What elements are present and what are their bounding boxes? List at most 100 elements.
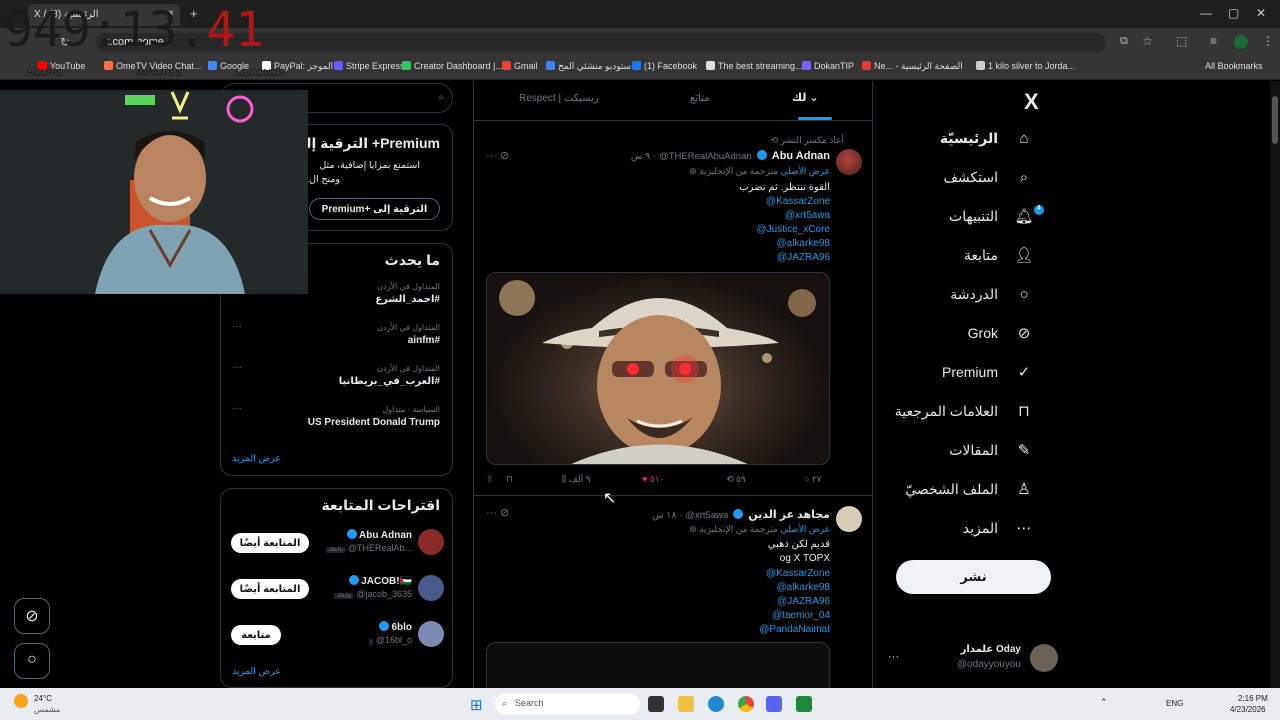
mention-link[interactable]: @KassarZone (756, 195, 830, 209)
tab-respect[interactable]: Respect | ريسبكت (519, 93, 599, 104)
taskbar-search[interactable]: ⌕ Search (495, 693, 640, 715)
mention-link[interactable]: @xrt5awa (756, 209, 830, 223)
x-logo[interactable]: X (1024, 89, 1039, 115)
task-view-icon[interactable] (648, 696, 664, 712)
bookmark-item[interactable]: ستوديو منشئي المح... (546, 61, 639, 72)
suggestion-avatar[interactable] (418, 575, 444, 601)
minimize-icon[interactable]: — (1200, 6, 1212, 20)
tweet-handle[interactable]: @THERealAbuAdnan (659, 151, 752, 162)
mention-link[interactable]: @alkarke98 (759, 581, 830, 595)
like-button[interactable]: ♥ ٥١٠ (642, 474, 664, 485)
bookmark-icon[interactable]: ⊓ (506, 474, 513, 485)
bookmark-item[interactable]: 1 kilo silver to Jorda... (976, 61, 1075, 71)
mention-link[interactable]: @JAZRA96 (756, 251, 830, 265)
explorer-icon[interactable] (678, 696, 694, 712)
mention-link[interactable]: @PandaNaimat (759, 623, 830, 637)
bookmark-item[interactable]: The best streaming... (706, 61, 803, 71)
grok-float-icon[interactable]: ⊘ (14, 598, 50, 634)
all-bookmarks[interactable]: All Bookmarks (1205, 61, 1263, 71)
bookmark-item[interactable]: Ne... - الصفحة الرئيسية (862, 61, 963, 72)
trend-more-icon[interactable]: ··· (232, 321, 242, 332)
follow-show-more[interactable]: عرض المزيد (232, 666, 281, 677)
mention-link[interactable]: @KassarZone (759, 567, 830, 581)
bookmark-star-icon[interactable]: ☆ (1142, 34, 1153, 48)
page-scrollbar[interactable] (1270, 81, 1280, 688)
post-button[interactable]: نشر (896, 560, 1051, 594)
start-icon[interactable]: ⊞ (470, 696, 483, 714)
show-original-link[interactable]: عرض الأصلي (781, 166, 830, 176)
suggestion-name[interactable]: 6blo (377, 621, 412, 633)
repost-button[interactable]: ⟲ ٥٩ (726, 474, 746, 485)
nav-articles[interactable]: المقالات ✎ (949, 436, 1034, 464)
tweet-media-image[interactable] (486, 642, 830, 688)
chat-float-icon[interactable]: ○ (14, 643, 50, 679)
reading-list-icon[interactable]: ≡ (1210, 34, 1217, 48)
follow-suggestion[interactable]: 6blo @16bl_o متابعة (221, 621, 454, 661)
account-more-icon[interactable]: ··· (888, 651, 899, 663)
follow-button[interactable]: المتابعة أيضًا (231, 579, 309, 599)
nav-explore[interactable]: استكشف ⌕ (943, 163, 1034, 191)
follow-suggestion[interactable]: Abu Adnan يتابعك @THERealAb... المتابعة أيض… (221, 529, 454, 569)
suggestion-avatar[interactable] (418, 621, 444, 647)
tweet[interactable]: أعاد مكسر النشر ⟲ ٩ س · @THERealAbuAdnan… (474, 129, 872, 496)
nav-home[interactable]: الرئيسيّة ⌂ (940, 124, 1034, 152)
mention-link[interactable]: @Justice_xCore (756, 223, 830, 237)
trend-more-icon[interactable]: ··· (232, 403, 242, 414)
tray-chevron-icon[interactable]: ⌃ (1100, 697, 1108, 708)
install-icon[interactable]: ⧉ (1120, 35, 1128, 48)
clock-time[interactable]: 2:16 PM (1238, 694, 1268, 703)
edge-icon[interactable] (708, 696, 724, 712)
nav-chat[interactable]: الدردشة ○ (950, 280, 1034, 308)
bookmark-item[interactable]: Creator Dashboard |... (402, 61, 503, 71)
suggestion-name[interactable]: JACOB!🇵🇸 (347, 575, 412, 587)
app-icon[interactable] (796, 696, 812, 712)
language-indicator[interactable]: ENG (1166, 699, 1183, 708)
clock-date[interactable]: 4/23/2026 (1230, 705, 1266, 714)
mention-link[interactable]: @alkarke98 (756, 237, 830, 251)
trend-name[interactable]: #العرب_في_بريطانيا (339, 376, 440, 387)
chrome-icon[interactable] (738, 696, 754, 712)
views-stat[interactable]: ⫼ ٩ ألف (562, 474, 591, 485)
tweet-more-icon[interactable]: ··· ⊘ (486, 506, 509, 519)
tweet-handle[interactable]: @xrt5awa (685, 510, 728, 521)
trend-name[interactable]: US President Donald Trump (308, 417, 440, 428)
nav-follow[interactable]: متابعة 👤︎ (964, 241, 1034, 269)
extensions-icon[interactable]: ⬚ (1176, 34, 1187, 48)
bookmark-item[interactable]: Gmail (502, 61, 538, 71)
trend-name[interactable]: #ainfm (408, 335, 440, 346)
discord-icon[interactable] (766, 696, 782, 712)
show-original-link[interactable]: عرض الأصلي (781, 524, 830, 534)
tweet[interactable]: ١٨ س · @xrt5awa مجاهد عز الدين ··· ⊘ عرض… (474, 498, 872, 688)
mention-link[interactable]: @JAZRA96 (759, 595, 830, 609)
trend-name[interactable]: #احمد_الشرع (375, 294, 440, 305)
tweet-more-icon[interactable]: ··· ⊘ (486, 149, 509, 162)
suggestion-avatar[interactable] (418, 529, 444, 555)
tweet-author-name[interactable]: مجاهد عز الدين (748, 509, 830, 521)
maximize-icon[interactable]: ▢ (1228, 6, 1239, 20)
nav-premium[interactable]: Premium ✓ (942, 358, 1034, 386)
tweet-media-image[interactable] (486, 272, 830, 465)
menu-icon[interactable]: ⋮ (1262, 34, 1274, 48)
bookmark-item[interactable]: Stripe Express (334, 61, 405, 71)
profile-avatar[interactable] (1234, 35, 1248, 49)
trends-show-more[interactable]: عرض المزيد (232, 453, 281, 464)
nav-notifications[interactable]: التنبيهات 🔔︎ (949, 202, 1034, 230)
nav-more[interactable]: المزيد ⋯ (963, 514, 1034, 542)
premium-upgrade-button[interactable]: Premium+ الترقية إلى (309, 198, 440, 220)
tab-following[interactable]: متابَع (690, 93, 710, 104)
follow-suggestion[interactable]: JACOB!🇵🇸 يتابعك @jacob_3635 المتابعة أيضًا (221, 575, 454, 615)
nav-bookmarks[interactable]: العلامات المرجعية ⊓ (895, 397, 1034, 425)
nav-profile[interactable]: الملف الشخصيّ ♙ (905, 475, 1034, 503)
suggestion-name[interactable]: Abu Adnan (345, 529, 412, 541)
nav-grok[interactable]: Grok ⊘ (968, 319, 1034, 347)
bookmark-item[interactable]: (1) Facebook (632, 61, 697, 71)
tweet-author-avatar[interactable] (836, 506, 862, 532)
trend-more-icon[interactable]: ··· (232, 362, 242, 373)
follow-button[interactable]: متابعة (231, 625, 281, 645)
tweet-author-name[interactable]: Abu Adnan (772, 150, 830, 162)
account-switcher[interactable]: ··· Oday علمدار @odayyouyou (888, 643, 1058, 673)
mention-link[interactable]: @taemor_04 (759, 609, 830, 623)
weather-temp[interactable]: 24°C (34, 694, 52, 703)
bookmark-item[interactable]: DokanTIP (802, 61, 854, 71)
tab-for-you[interactable]: لك ⌄ (792, 91, 819, 104)
